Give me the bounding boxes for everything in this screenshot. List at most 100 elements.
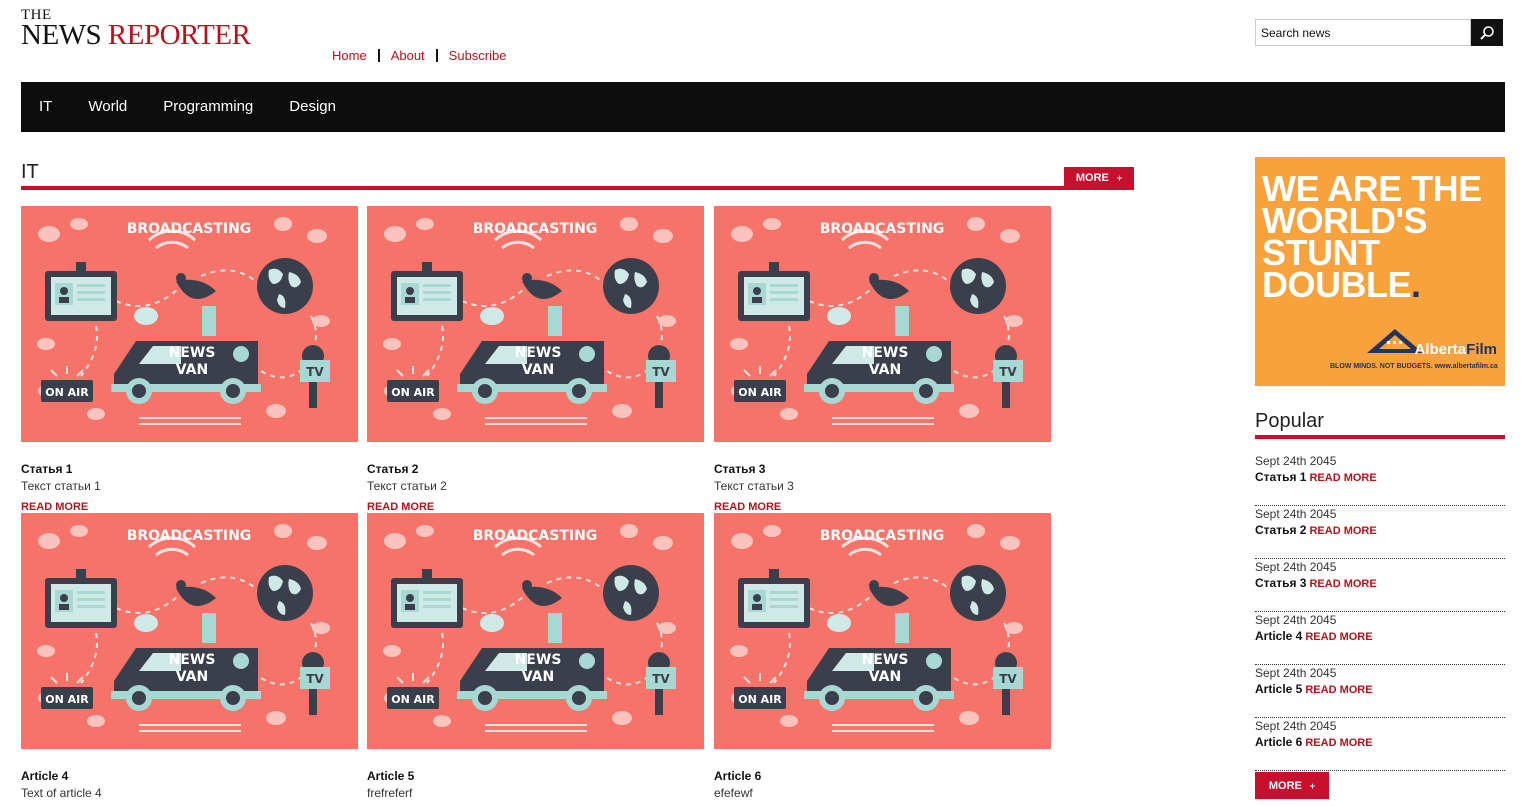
- site-logo[interactable]: THE NEWS REPORTER: [21, 8, 251, 51]
- svg-text:TV: TV: [652, 365, 670, 379]
- popular-date: Sept 24th 2045: [1255, 507, 1337, 521]
- article-excerpt: Text of article 4: [21, 786, 102, 800]
- popular-item: Sept 24th 2045 Article 6 READ MORE: [1255, 717, 1505, 771]
- top-links: Home About Subscribe: [332, 48, 506, 63]
- ad-brand: AlbertaFilm: [1414, 341, 1497, 358]
- thumbnail-heading: BROADCASTING: [127, 528, 252, 544]
- svg-text:NEWS: NEWS: [862, 345, 909, 361]
- article-card: BROADCASTING NEWS VAN ON AIR TV Статья 2 Текст…: [367, 206, 704, 513]
- svg-text:TV: TV: [306, 365, 324, 379]
- article-card: BROADCASTING NEWS VAN ON AIR TV Article 6 efef…: [714, 513, 1051, 800]
- popular-item: Sept 24th 2045 Статья 2 READ MORE: [1255, 505, 1505, 559]
- nav-item-it[interactable]: IT: [21, 82, 70, 132]
- svg-text:TV: TV: [999, 365, 1017, 379]
- read-more-link[interactable]: READ MORE: [21, 501, 358, 513]
- article-excerpt: Текст статьи 2: [367, 479, 447, 493]
- svg-text:VAN: VAN: [176, 362, 208, 378]
- popular-item: Sept 24th 2045 Article 5 READ MORE: [1255, 664, 1505, 718]
- svg-text:VAN: VAN: [869, 669, 901, 685]
- read-more-link[interactable]: READ MORE: [1305, 737, 1372, 749]
- popular-title: Popular: [1255, 410, 1324, 432]
- read-more-link[interactable]: READ MORE: [1305, 684, 1372, 696]
- svg-text:VAN: VAN: [869, 362, 901, 378]
- popular-date: Sept 24th 2045: [1255, 454, 1337, 468]
- read-more-link[interactable]: READ MORE: [367, 501, 704, 513]
- more-label: MORE: [1268, 779, 1302, 792]
- svg-text:ON AIR: ON AIR: [738, 693, 782, 706]
- article-excerpt: Текст статьи 1: [21, 479, 101, 493]
- article-title[interactable]: Article 5: [367, 769, 704, 783]
- article-thumbnail[interactable]: BROADCASTING NEWSVAN ON AIR TV: [21, 206, 358, 442]
- section-divider: [21, 186, 1134, 190]
- section-more-button[interactable]: MORE +: [1064, 167, 1134, 188]
- svg-text:NEWS: NEWS: [169, 652, 216, 668]
- subscribe-link[interactable]: Subscribe: [449, 48, 507, 63]
- svg-text:ON AIR: ON AIR: [391, 386, 435, 399]
- search-form: [1255, 19, 1503, 46]
- article-title[interactable]: Статья 2: [367, 462, 704, 476]
- about-link[interactable]: About: [391, 48, 425, 63]
- main-nav: IT World Programming Design: [21, 82, 1505, 132]
- svg-text:ON AIR: ON AIR: [45, 386, 89, 399]
- thumbnail-heading: BROADCASTING: [820, 528, 945, 544]
- thumbnail-heading: BROADCASTING: [820, 221, 945, 237]
- article-title[interactable]: Article 4: [21, 769, 358, 783]
- thumbnail-heading: BROADCASTING: [473, 528, 598, 544]
- logo-name: NEWS REPORTER: [21, 19, 251, 51]
- nav-item-world[interactable]: World: [70, 82, 145, 132]
- home-link[interactable]: Home: [332, 48, 367, 63]
- popular-date: Sept 24th 2045: [1255, 560, 1337, 574]
- popular-title-text[interactable]: Article 6: [1255, 735, 1302, 749]
- article-excerpt: efefewf: [714, 786, 753, 800]
- nav-item-programming[interactable]: Programming: [145, 82, 271, 132]
- popular-more-button[interactable]: MORE +: [1255, 772, 1329, 799]
- read-more-link[interactable]: READ MORE: [1309, 525, 1376, 537]
- read-more-link[interactable]: READ MORE: [1309, 578, 1376, 590]
- article-thumbnail[interactable]: BROADCASTING NEWSVAN ON AIR TV: [714, 206, 1051, 442]
- read-more-link[interactable]: READ MORE: [714, 501, 1051, 513]
- article-card: BROADCASTING NEWS VAN ON AIR TV Статья 1 Текст…: [21, 206, 358, 513]
- popular-date: Sept 24th 2045: [1255, 613, 1337, 627]
- search-button[interactable]: [1471, 19, 1503, 46]
- article-excerpt: Текст статьи 3: [714, 479, 794, 493]
- read-more-link[interactable]: READ MORE: [1309, 472, 1376, 484]
- nav-item-design[interactable]: Design: [271, 82, 354, 132]
- svg-text:VAN: VAN: [176, 669, 208, 685]
- popular-item: Sept 24th 2045 Article 4 READ MORE: [1255, 611, 1505, 665]
- divider: [435, 49, 438, 62]
- ad-tagline: BLOW MINDS. NOT BUDGETS. www.albertafilm…: [1330, 363, 1498, 370]
- popular-title-text[interactable]: Article 5: [1255, 682, 1302, 696]
- advertisement-banner[interactable]: WE ARE THE WORLD'S STUNT DOUBLE. Alberta…: [1255, 157, 1505, 386]
- svg-text:NEWS: NEWS: [169, 345, 216, 361]
- ad-headline: WE ARE THE WORLD'S STUNT DOUBLE.: [1262, 168, 1482, 305]
- search-icon: [1480, 25, 1494, 40]
- popular-title-text[interactable]: Статья 3: [1255, 576, 1306, 590]
- search-input[interactable]: [1255, 19, 1471, 46]
- popular-title-text[interactable]: Статья 1: [1255, 470, 1306, 484]
- thumbnail-heading: BROADCASTING: [473, 221, 598, 237]
- article-title[interactable]: Article 6: [714, 769, 1051, 783]
- popular-item: Sept 24th 2045 Статья 1 READ MORE: [1255, 452, 1505, 506]
- article-thumbnail[interactable]: BROADCASTING NEWSVAN ON AIR TV: [21, 513, 358, 749]
- popular-title-text[interactable]: Article 4: [1255, 629, 1302, 643]
- svg-text:TV: TV: [306, 672, 324, 686]
- popular-date: Sept 24th 2045: [1255, 719, 1337, 733]
- article-thumbnail[interactable]: BROADCASTING NEWSVAN ON AIR TV: [367, 513, 704, 749]
- article-title[interactable]: Статья 1: [21, 462, 358, 476]
- read-more-link[interactable]: READ MORE: [1305, 631, 1372, 643]
- divider: [377, 49, 380, 62]
- svg-text:VAN: VAN: [522, 669, 554, 685]
- article-thumbnail[interactable]: BROADCASTING NEWSVAN ON AIR TV: [714, 513, 1051, 749]
- article-title[interactable]: Статья 3: [714, 462, 1051, 476]
- section-title: IT: [21, 161, 39, 183]
- popular-title-text[interactable]: Статья 2: [1255, 523, 1306, 537]
- popular-date: Sept 24th 2045: [1255, 666, 1337, 680]
- svg-text:VAN: VAN: [522, 362, 554, 378]
- popular-divider: [1255, 435, 1505, 439]
- article-excerpt: frefreferf: [367, 786, 413, 800]
- more-label: MORE: [1075, 171, 1109, 184]
- article-thumbnail[interactable]: BROADCASTING NEWSVAN ON AIR TV: [367, 206, 704, 442]
- article-card: BROADCASTING NEWS VAN ON AIR TV Статья 3 Текст…: [714, 206, 1051, 513]
- svg-text:NEWS: NEWS: [862, 652, 909, 668]
- article-card: BROADCASTING NEWS VAN ON AIR TV Article 5 fref…: [367, 513, 704, 800]
